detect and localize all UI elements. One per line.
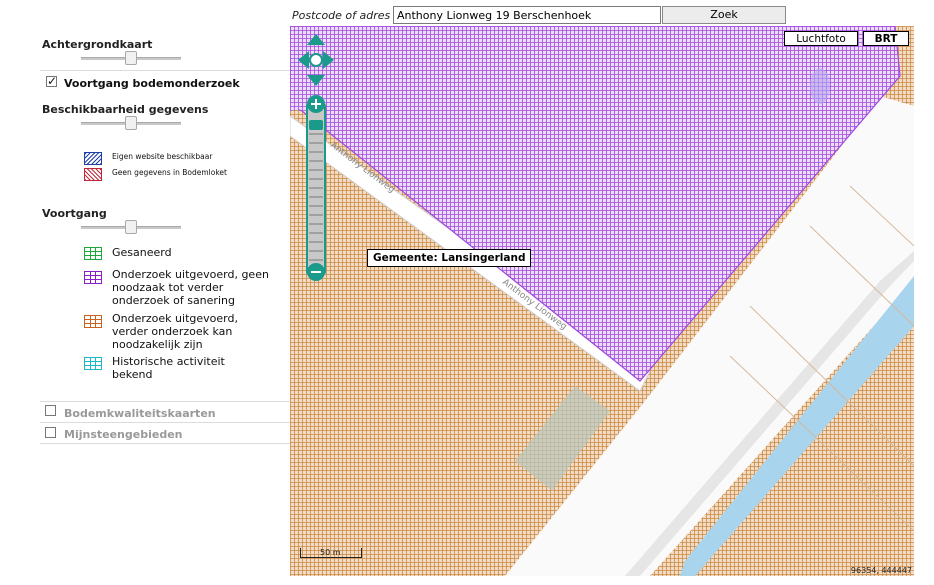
legend-label-further-research: Onderzoek uitgevoerd, verder onderzoek k… [112, 312, 238, 351]
zoom-level-thumb [309, 120, 323, 130]
background-map-title: Achtergrondkaart [42, 38, 153, 51]
pan-left-icon [298, 51, 309, 69]
legend-swatch-no-further-research [84, 271, 102, 284]
pan-right-icon [323, 51, 334, 69]
mine-stone-areas-label[interactable]: Mijnsteengebieden [64, 428, 182, 441]
legend-label-own-website: Eigen website beschikbaar [112, 152, 213, 161]
legend-swatch-own-website [84, 152, 102, 165]
background-opacity-slider[interactable] [81, 51, 181, 65]
scale-label: 50 m [320, 548, 341, 557]
aerial-layer-button[interactable]: Luchtfoto [784, 31, 858, 46]
availability-opacity-slider[interactable] [81, 116, 181, 130]
municipality-tooltip: Gemeente: Lansingerland [367, 249, 532, 267]
legend-swatch-historical-activity [84, 357, 102, 370]
slider-thumb[interactable] [125, 220, 137, 234]
availability-title: Beschikbaarheid gegevens [42, 103, 209, 116]
legend-swatch-further-research [84, 315, 102, 328]
pond [810, 68, 830, 104]
map-canvas[interactable]: Anthony Lionweg Anthony Lionweg [290, 26, 914, 576]
divider [40, 401, 290, 402]
progress-title: Voortgang [42, 207, 107, 220]
brt-layer-button[interactable]: BRT [863, 31, 909, 46]
legend-label-historical-activity: Historische activiteit bekend [112, 355, 225, 381]
legend-label-no-further-research: Onderzoek uitgevoerd, geen noodzaak tot … [112, 268, 269, 307]
search-button[interactable]: Zoek [662, 6, 786, 24]
legend-swatch-remediated [84, 247, 102, 260]
map-view[interactable]: Anthony Lionweg Anthony Lionweg [290, 26, 914, 576]
legend-label-no-data: Geen gegevens in Bodemloket [112, 168, 227, 177]
divider [40, 422, 290, 423]
slider-thumb[interactable] [125, 51, 137, 65]
map-navigation[interactable] [298, 34, 334, 284]
pan-up-icon [307, 34, 325, 45]
divider [40, 70, 290, 71]
legend-swatch-no-data [84, 168, 102, 181]
legend-label-remediated: Gesaneerd [112, 246, 172, 259]
layer-panel: Achtergrondkaart Voortgang bodemonderzoe… [0, 0, 290, 585]
slider-thumb[interactable] [125, 116, 137, 130]
search-label: Postcode of adres [292, 9, 391, 22]
progress-layer-checkbox[interactable] [46, 74, 57, 88]
progress-layer-label[interactable]: Voortgang bodemonderzoek [64, 77, 240, 90]
pan-arrows-icon[interactable] [298, 34, 334, 86]
divider [40, 443, 290, 444]
address-search-input[interactable] [393, 6, 661, 24]
pan-down-icon [307, 75, 325, 86]
soil-quality-maps-checkbox[interactable] [45, 405, 56, 416]
soil-quality-maps-label[interactable]: Bodemkwaliteitskaarten [64, 407, 216, 420]
coordinates-readout: 96354, 444447 [850, 566, 912, 575]
mine-stone-areas-checkbox[interactable] [45, 427, 56, 438]
progress-opacity-slider[interactable] [81, 220, 181, 234]
